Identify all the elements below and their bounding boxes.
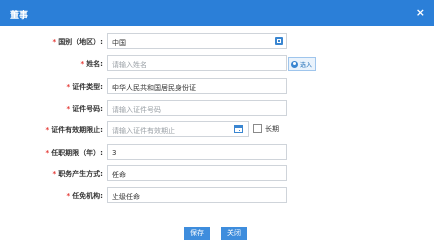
director-dialog: 董事 × * 国别（地区）: 中国 * 姓名: 请输入姓名 选入 * 证件类型: 中华… xyxy=(0,0,434,250)
id-type-select[interactable]: 中华人民共和国居民身份证 ∨ xyxy=(107,78,287,94)
id-expiry-input[interactable]: 请输入证件有效期止 xyxy=(107,121,249,137)
close-button[interactable]: 关闭 xyxy=(221,227,247,240)
term-input[interactable]: 3 xyxy=(107,144,287,160)
longterm-label: 长期 xyxy=(265,125,279,133)
country-field[interactable]: 中国 xyxy=(107,33,287,49)
country-row: * 国别（地区）: 中国 xyxy=(0,33,290,49)
name-input[interactable]: 请输入姓名 xyxy=(107,55,287,71)
authority-row: * 任免机构: 上级任命 ∨ xyxy=(0,187,290,203)
chevron-down-icon: ∨ xyxy=(112,83,118,91)
chevron-down-icon: ∨ xyxy=(112,192,118,200)
longterm-checkbox[interactable] xyxy=(253,124,262,133)
dialog-titlebar: 董事 × xyxy=(0,0,434,26)
id-type-label: * 证件类型: xyxy=(66,83,103,91)
import-person-button[interactable]: 选入 xyxy=(288,57,317,71)
id-number-row: * 证件号码: 请输入证件号码 xyxy=(0,100,290,116)
term-value: 3 xyxy=(112,149,117,157)
country-picker-icon[interactable] xyxy=(275,37,283,45)
id-expiry-row: * 证件有效期限止: 请输入证件有效期止 xyxy=(0,121,290,137)
id-number-label: * 证件号码: xyxy=(66,105,103,113)
country-value: 中国 xyxy=(112,39,126,47)
user-icon xyxy=(291,60,298,68)
calendar-icon[interactable] xyxy=(234,125,243,133)
dialog-title: 董事 xyxy=(10,11,29,21)
import-label: 选入 xyxy=(300,61,313,69)
id-expiry-placeholder: 请输入证件有效期止 xyxy=(112,127,175,135)
id-number-placeholder: 请输入证件号码 xyxy=(112,106,161,114)
method-row: * 职务产生方式: 任命 ∨ xyxy=(0,165,290,181)
name-placeholder: 请输入姓名 xyxy=(112,61,147,69)
method-label: * 职务产生方式: xyxy=(52,170,103,178)
save-button[interactable]: 保存 xyxy=(184,227,210,240)
name-label: * 姓名: xyxy=(80,60,103,68)
chevron-down-icon: ∨ xyxy=(112,170,118,178)
authority-label: * 任免机构: xyxy=(66,192,103,200)
id-type-row: * 证件类型: 中华人民共和国居民身份证 ∨ xyxy=(0,78,290,94)
id-expiry-label: * 证件有效期限止: xyxy=(45,126,103,134)
authority-select[interactable]: 上级任命 ∨ xyxy=(107,187,287,203)
country-label: * 国别（地区）: xyxy=(52,38,103,46)
method-select[interactable]: 任命 ∨ xyxy=(107,165,287,181)
close-icon[interactable]: × xyxy=(416,6,425,19)
name-row: * 姓名: 请输入姓名 xyxy=(0,55,290,71)
term-row: * 任职期限（年）: 3 xyxy=(0,144,290,160)
id-number-input[interactable]: 请输入证件号码 xyxy=(107,100,287,116)
term-label: * 任职期限（年）: xyxy=(45,149,103,157)
